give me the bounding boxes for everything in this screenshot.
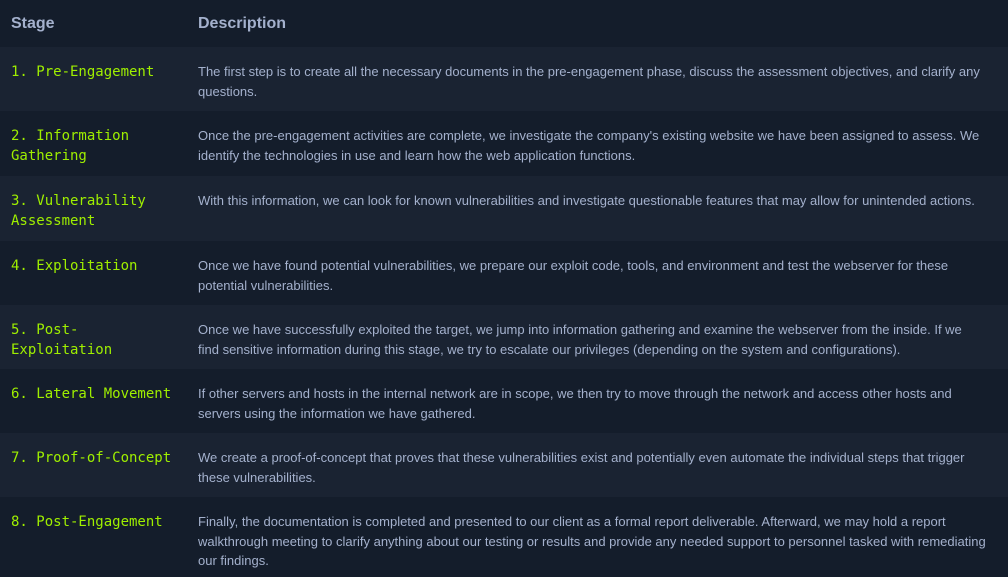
table-row: 3. Vulnerability Assessment With this in…	[0, 176, 1008, 241]
table-header: Stage Description	[0, 0, 1008, 47]
description-cell: If other servers and hosts in the intern…	[198, 386, 952, 421]
stages-table: Stage Description 1. Pre-Engagement The …	[0, 0, 1008, 577]
table-row: 7. Proof-of-Concept We create a proof-of…	[0, 433, 1008, 497]
stage-cell: 1. Pre-Engagement	[11, 64, 155, 80]
description-cell: We create a proof-of-concept that proves…	[198, 450, 965, 485]
description-cell: With this information, we can look for k…	[198, 193, 975, 208]
stage-cell: 8. Post-Engagement	[11, 514, 163, 530]
table-row: 6. Lateral Movement If other servers and…	[0, 369, 1008, 433]
table-row: 4. Exploitation Once we have found poten…	[0, 241, 1008, 305]
stage-cell: 4. Exploitation	[11, 258, 138, 274]
description-cell: The first step is to create all the nece…	[198, 64, 980, 99]
description-cell: Once the pre-engagement activities are c…	[198, 128, 980, 163]
header-description: Description	[198, 14, 287, 32]
description-cell: Once we have successfully exploited the …	[198, 322, 962, 357]
description-cell: Once we have found potential vulnerabili…	[198, 258, 949, 293]
table-row: 1. Pre-Engagement The first step is to c…	[0, 47, 1008, 111]
stage-cell: 3. Vulnerability Assessment	[11, 193, 146, 229]
description-cell: Finally, the documentation is completed …	[198, 514, 986, 568]
table-row: 5. Post- Exploitation Once we have succe…	[0, 305, 1008, 369]
stage-cell: 7. Proof-of-Concept	[11, 450, 172, 466]
header-stage: Stage	[11, 14, 55, 32]
table-row: 8. Post-Engagement Finally, the document…	[0, 497, 1008, 577]
stage-cell: 2. Information Gathering	[11, 128, 130, 164]
table-row: 2. Information Gathering Once the pre-en…	[0, 111, 1008, 176]
stage-cell: 6. Lateral Movement	[11, 386, 172, 402]
stage-cell: 5. Post- Exploitation	[11, 322, 113, 358]
